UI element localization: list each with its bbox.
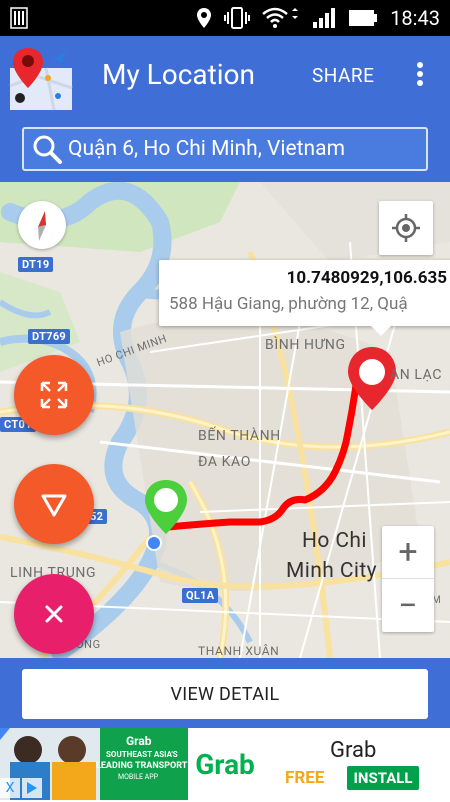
road-badge-dt769: DT769 — [28, 329, 71, 344]
vibrate-icon — [224, 7, 251, 29]
expand-fab[interactable] — [14, 355, 94, 435]
ad-choices-icon[interactable] — [22, 778, 42, 798]
ad-app-name: Grab — [330, 738, 377, 763]
road-badge-dt19: DT19 — [18, 257, 54, 272]
map-label-hcmc-2: Minh City — [286, 559, 377, 583]
signal-icon — [313, 8, 336, 28]
road-badge-ql1a: QL1A — [182, 588, 219, 603]
map-pin-logo-icon — [9, 48, 73, 111]
location-info-window[interactable]: 10.7480929,106.635 588 Hậu Giang, phường… — [159, 260, 450, 336]
wifi-icon — [262, 7, 299, 28]
map-label-thanh-xuan: THANH XUÂN — [198, 644, 280, 658]
notification-icon — [10, 7, 28, 29]
search-field[interactable]: Quận 6, Ho Chi Minh, Vietnam — [22, 127, 428, 171]
battery-icon — [349, 10, 378, 26]
search-input[interactable]: Quận 6, Ho Chi Minh, Vietnam — [68, 137, 345, 161]
zoom-in-button[interactable]: + — [382, 526, 434, 579]
triangle-down-icon — [41, 494, 67, 517]
app-bar: My Location SHARE Quận 6, Ho Chi Minh, V… — [0, 36, 450, 182]
zoom-controls: + − — [382, 526, 434, 632]
status-bar: 18:43 — [0, 0, 450, 36]
info-tail — [371, 326, 391, 336]
more-vert-icon[interactable] — [408, 58, 432, 90]
map-label-ben-thanh: BẾN THÀNH — [198, 428, 281, 444]
navigate-fab[interactable] — [14, 464, 94, 544]
share-button[interactable]: SHARE — [312, 64, 374, 87]
location-icon — [197, 8, 212, 28]
close-icon — [45, 605, 63, 623]
ad-install-button[interactable]: INSTALL — [347, 766, 419, 790]
ad-banner-line1: SOUTHEAST ASIA'S — [106, 750, 178, 759]
ad-price: FREE — [285, 768, 325, 788]
view-detail-button[interactable]: VIEW DETAIL — [22, 669, 428, 719]
map-label-da-kao: ĐA KAO — [198, 454, 251, 470]
map-label-hcmc-1: Ho Chi — [302, 529, 367, 553]
map-label-binh-hung: BÌNH HƯNG — [265, 337, 346, 353]
compass-icon — [38, 211, 46, 241]
status-time: 18:43 — [390, 6, 440, 30]
info-coords: 10.7480929,106.635 — [286, 268, 447, 288]
bottom-panel: VIEW DETAIL — [0, 658, 450, 728]
compass-button[interactable] — [18, 201, 66, 249]
search-icon[interactable] — [30, 132, 64, 166]
ad-banner-line3: MOBILE APP — [118, 773, 159, 781]
ad-close-button[interactable]: X — [0, 778, 20, 798]
ad-app-logo[interactable]: Grab — [190, 732, 260, 796]
ad-banner-brand: Grab — [126, 734, 152, 748]
info-address: 588 Hậu Giang, phường 12, Quậ — [169, 294, 408, 314]
map-label-an-lac: AN LẠC — [390, 367, 443, 383]
my-location-button[interactable] — [379, 201, 433, 255]
ad-banner-line2: LEADING TRANSPORT — [96, 761, 188, 771]
expand-icon — [40, 381, 68, 409]
close-fab[interactable] — [14, 574, 94, 654]
crosshair-icon — [392, 214, 420, 242]
app-title: My Location — [102, 58, 255, 91]
map-view[interactable]: DT19 DT769 QL1A CT01 52 HO CHI MINH BÌNH… — [0, 182, 450, 658]
zoom-out-button[interactable]: − — [382, 579, 434, 632]
ad-banner[interactable]: Grab SOUTHEAST ASIA'S LEADING TRANSPORT … — [0, 728, 450, 800]
